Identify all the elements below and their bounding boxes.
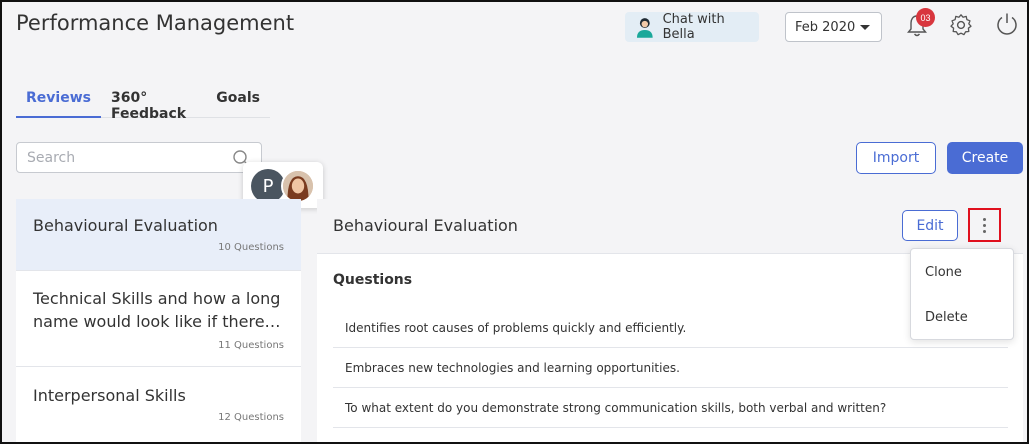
create-button[interactable]: Create	[947, 142, 1023, 174]
tab-bar: Reviews 360° Feedback Goals	[16, 82, 270, 122]
menu-item-clone[interactable]: Clone	[925, 265, 962, 280]
power-icon[interactable]	[994, 11, 1020, 37]
gear-icon[interactable]	[949, 13, 973, 37]
month-value: Feb 2020	[795, 19, 856, 35]
question-row: Embraces new technologies and learning o…	[333, 348, 1008, 388]
more-options-icon[interactable]	[968, 208, 1001, 242]
review-name: Interpersonal Skills	[33, 386, 186, 405]
caret-down-icon	[860, 25, 870, 30]
options-menu: Clone Delete	[910, 248, 1014, 340]
chat-with-bella-button[interactable]: Chat with Bella	[625, 12, 759, 42]
search-input[interactable]	[17, 143, 261, 172]
month-select[interactable]: Feb 2020	[785, 12, 882, 42]
review-item-behavioural-evaluation[interactable]: Behavioural Evaluation 10 Questions	[16, 199, 301, 271]
menu-item-delete[interactable]: Delete	[925, 310, 968, 325]
edit-button[interactable]: Edit	[902, 210, 958, 241]
import-button[interactable]: Import	[856, 142, 936, 174]
chat-label: Chat with Bella	[662, 12, 725, 42]
question-count: 12 Questions	[218, 412, 284, 423]
question-row: Identifies root causes of problems quick…	[333, 308, 1008, 348]
tab-goals[interactable]: Goals	[206, 82, 270, 118]
app-window: Performance Management Chat with Bella F…	[0, 0, 1029, 444]
question-row: To what extent do you demonstrate strong…	[333, 388, 1008, 428]
questions-heading: Questions	[333, 272, 413, 288]
question-count: 10 Questions	[218, 242, 284, 253]
review-item-technical-skills[interactable]: Technical Skills and how a long name wou…	[16, 271, 301, 367]
question-count: 11 Questions	[218, 340, 284, 351]
tab-360-feedback[interactable]: 360° Feedback	[101, 82, 206, 122]
review-name: Technical Skills and how a long name wou…	[33, 289, 281, 331]
review-item-interpersonal-skills[interactable]: Interpersonal Skills 12 Questions	[16, 367, 301, 442]
notification-badge: 03	[916, 8, 935, 27]
review-list: Behavioural Evaluation 10 Questions Tech…	[16, 199, 301, 442]
detail-header: Behavioural Evaluation Edit	[317, 199, 1023, 254]
review-name: Behavioural Evaluation	[33, 216, 218, 235]
top-bar: Performance Management Chat with Bella F…	[2, 2, 1027, 52]
app-title: Performance Management	[16, 11, 295, 35]
avatar-photo	[281, 169, 315, 203]
search-box	[16, 142, 262, 173]
tab-reviews[interactable]: Reviews	[16, 82, 101, 118]
detail-title: Behavioural Evaluation	[333, 216, 518, 235]
bella-avatar-icon	[636, 18, 653, 38]
avatar-initial: P	[251, 169, 285, 203]
